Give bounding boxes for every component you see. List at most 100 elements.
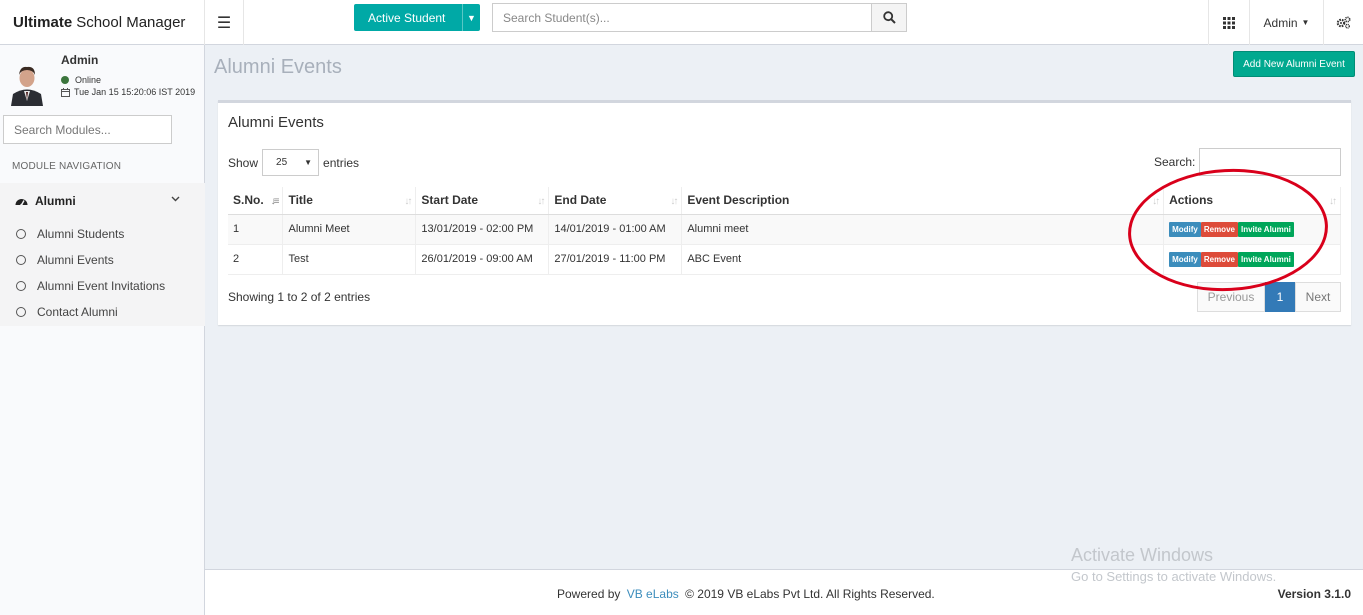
search-student-input[interactable] [492, 3, 872, 32]
entries-label: entries [323, 155, 360, 170]
sidebar-item-alumni[interactable]: Alumni [0, 183, 205, 219]
footer-text: Powered by VB eLabs © 2019 VB eLabs Pvt … [557, 587, 935, 601]
pagination-previous[interactable]: Previous [1197, 282, 1265, 312]
circle-icon [16, 255, 26, 265]
user-date: Tue Jan 15 15:20:06 IST 2019 [61, 87, 195, 97]
remove-button[interactable]: Remove [1200, 251, 1238, 267]
sort-asc-icon: ↓≡ [270, 196, 280, 207]
page-length-value: 25 [276, 157, 288, 168]
column-header-event-description[interactable]: Event Description ↓↑ [681, 187, 1165, 215]
sort-icon: ↓↑ [537, 196, 545, 207]
show-entries: Show 25 ▼ entries [228, 149, 359, 176]
cell-title: Alumni Meet [282, 214, 417, 245]
sidebar-item-alumni-event-invitations[interactable]: Alumni Event Invitations [0, 273, 205, 299]
table-header-row: S.No. ↓≡ Title ↓↑ Start Date ↓↑ End Date ↓↑ … [228, 187, 1341, 215]
cell-description: Alumni meet [681, 214, 1165, 245]
column-header-title[interactable]: Title ↓↑ [282, 187, 417, 215]
invite-alumni-button[interactable]: Invite Alumni [1237, 221, 1294, 237]
column-header-actions[interactable]: Actions ↓↑ [1163, 187, 1341, 215]
settings-button[interactable] [1323, 0, 1363, 45]
grid-icon [1223, 16, 1235, 29]
sidebar-item-contact-alumni[interactable]: Contact Alumni [0, 299, 205, 325]
user-panel: Admin Online Tue Jan 15 15:20:06 IST 201… [0, 45, 205, 111]
modify-button[interactable]: Modify [1169, 221, 1201, 237]
cell-start-date: 26/01/2019 - 09:00 AM [415, 244, 550, 275]
brand-rest: School Manager [76, 14, 186, 31]
column-header-end-date[interactable]: End Date ↓↑ [548, 187, 683, 215]
brand-logo[interactable]: Ultimate School Manager [0, 0, 205, 45]
sort-icon: ↓↑ [1152, 196, 1160, 207]
page-length-select[interactable]: 25 ▼ [262, 149, 320, 176]
search-button[interactable] [871, 3, 907, 32]
pagination: Previous 1 Next [1197, 282, 1341, 312]
user-status-text: Online [75, 75, 102, 85]
sidebar-item-label: Contact Alumni [37, 305, 118, 319]
show-label: Show [228, 155, 259, 170]
page-title: Alumni Events [214, 56, 342, 78]
add-alumni-event-button[interactable]: Add New Alumni Event [1233, 51, 1355, 77]
calendar-icon [61, 87, 70, 97]
sort-icon: ↓↑ [670, 196, 678, 207]
modify-button[interactable]: Modify [1169, 251, 1201, 267]
admin-label: Admin [1263, 15, 1298, 30]
caret-down-icon: ▼ [1301, 18, 1310, 27]
sidebar-item-label: Alumni Event Invitations [37, 279, 166, 293]
sort-icon: ↓↑ [1329, 196, 1337, 207]
cell-start-date: 13/01/2019 - 02:00 PM [415, 214, 550, 245]
column-header-sno[interactable]: S.No. ↓≡ [228, 187, 284, 215]
alumni-events-box: Alumni Events Show 25 ▼ entries Search: … [218, 100, 1351, 325]
cell-sno: 1 [228, 214, 284, 245]
hamburger-icon: ☰ [216, 14, 232, 32]
alumni-events-table: S.No. ↓≡ Title ↓↑ Start Date ↓↑ End Date ↓↑ … [228, 187, 1341, 275]
table-search-label: Search: [1154, 155, 1196, 169]
sort-icon: ↓↑ [404, 196, 412, 207]
powered-by-label: Powered by [557, 587, 621, 601]
version-text: Version 3.1.0 [1277, 587, 1351, 601]
box-title: Alumni Events [228, 114, 324, 131]
cell-actions: Modify Remove Invite Alumni [1163, 244, 1341, 275]
watermark-title: Activate Windows [1071, 545, 1214, 565]
cell-description: ABC Event [681, 244, 1165, 275]
search-modules-input[interactable] [3, 115, 172, 144]
sidebar-item-label: Alumni Events [37, 253, 114, 267]
user-date-text: Tue Jan 15 15:20:06 IST 2019 [74, 87, 196, 97]
search-icon [882, 11, 896, 24]
online-status-icon [61, 76, 69, 84]
circle-icon [16, 307, 26, 317]
cell-title: Test [282, 244, 417, 275]
table-row: 2 Test 26/01/2019 - 09:00 AM 27/01/2019 … [228, 244, 1341, 275]
pagination-page-1[interactable]: 1 [1265, 282, 1295, 312]
table-row: 1 Alumni Meet 13/01/2019 - 02:00 PM 14/0… [228, 214, 1341, 245]
nav-header: MODULE NAVIGATION [12, 161, 122, 172]
circle-icon [16, 229, 26, 239]
table-search-input[interactable] [1199, 148, 1341, 176]
sidebar-item-alumni-events[interactable]: Alumni Events [0, 247, 205, 273]
cell-sno: 2 [228, 244, 284, 275]
apps-grid-button[interactable] [1208, 0, 1249, 45]
sidebar: Admin Online Tue Jan 15 15:20:06 IST 201… [0, 45, 205, 615]
pagination-next[interactable]: Next [1295, 282, 1341, 312]
admin-user-menu[interactable]: Admin ▼ [1249, 0, 1323, 45]
chevron-down-icon [171, 196, 180, 202]
table-info: Showing 1 to 2 of 2 entries [228, 290, 371, 304]
remove-button[interactable]: Remove [1200, 221, 1238, 237]
caret-down-icon: ▼ [304, 158, 313, 167]
cell-actions: Modify Remove Invite Alumni [1163, 214, 1341, 245]
column-header-start-date[interactable]: Start Date ↓↑ [415, 187, 550, 215]
sidebar-item-label: Alumni Students [37, 227, 125, 241]
vb-elabs-link[interactable]: VB eLabs [627, 587, 679, 601]
cell-end-date: 27/01/2019 - 11:00 PM [548, 244, 683, 275]
sidebar-item-alumni-students[interactable]: Alumni Students [0, 221, 205, 247]
caret-down-icon[interactable]: ▼ [462, 4, 480, 31]
active-student-dropdown[interactable]: Active Student ▼ [354, 4, 480, 31]
invite-alumni-button[interactable]: Invite Alumni [1237, 251, 1294, 267]
circle-icon [16, 281, 26, 291]
gears-icon [1336, 16, 1351, 29]
cell-end-date: 14/01/2019 - 01:00 AM [548, 214, 683, 245]
sidebar-toggle-button[interactable]: ☰ [205, 0, 244, 45]
user-status: Online [61, 75, 101, 85]
brand-bold: Ultimate [13, 14, 73, 31]
footer: Powered by VB eLabs © 2019 VB eLabs Pvt … [205, 569, 1363, 615]
dashboard-icon [15, 198, 28, 206]
avatar [8, 61, 46, 106]
